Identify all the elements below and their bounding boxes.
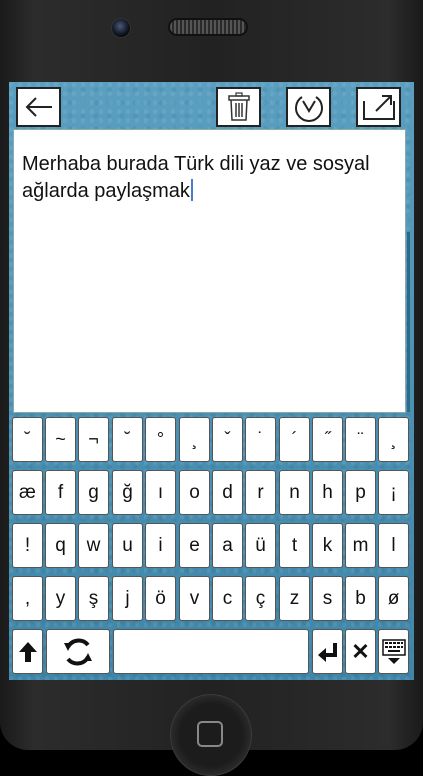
letter-key-row3-10[interactable]: k bbox=[312, 523, 343, 568]
editor-content[interactable]: Merhaba burada Türk dili yaz ve sosyal a… bbox=[22, 151, 402, 205]
diacritic-key-row1-8[interactable]: ˙ bbox=[245, 417, 276, 462]
refresh-cycle-icon bbox=[64, 638, 92, 665]
share-export-icon bbox=[362, 95, 395, 120]
download-circle-icon bbox=[294, 96, 323, 122]
letter-key-row3-9[interactable]: t bbox=[279, 523, 310, 568]
letter-key-row2-5[interactable]: ı bbox=[145, 470, 176, 515]
scroll-indicator[interactable] bbox=[407, 232, 410, 412]
diacritic-key-row1-4[interactable]: ˘ bbox=[112, 417, 143, 462]
diacritic-key-row1-3[interactable]: ¬ bbox=[78, 417, 109, 462]
letter-key-row4-10[interactable]: s bbox=[312, 576, 343, 621]
return-key[interactable] bbox=[312, 629, 343, 674]
space-key[interactable] bbox=[113, 629, 309, 674]
letter-key-row4-2[interactable]: y bbox=[45, 576, 76, 621]
diacritic-key-row1-6[interactable]: ¸ bbox=[179, 417, 210, 462]
diacritic-key-row1-12[interactable]: ¸ bbox=[378, 417, 409, 462]
letter-key-row2-1[interactable]: æ bbox=[12, 470, 43, 515]
letter-key-row4-9[interactable]: z bbox=[279, 576, 310, 621]
letter-key-row3-4[interactable]: u bbox=[112, 523, 143, 568]
letter-key-row3-3[interactable]: w bbox=[78, 523, 109, 568]
text-caret bbox=[190, 179, 193, 201]
letter-key-row3-7[interactable]: a bbox=[212, 523, 243, 568]
letter-key-row3-1[interactable]: ! bbox=[12, 523, 43, 568]
letter-key-row3-2[interactable]: q bbox=[45, 523, 76, 568]
letter-key-row3-8[interactable]: ü bbox=[245, 523, 276, 568]
letter-key-row3-12[interactable]: l bbox=[378, 523, 409, 568]
letter-key-row3-11[interactable]: m bbox=[345, 523, 376, 568]
letter-key-row4-4[interactable]: j bbox=[112, 576, 143, 621]
letter-key-row4-8[interactable]: ç bbox=[245, 576, 276, 621]
app-screen: Merhaba burada Türk dili yaz ve sosyal a… bbox=[9, 82, 414, 680]
letter-key-row3-5[interactable]: i bbox=[145, 523, 176, 568]
diacritic-key-row1-7[interactable]: ˇ bbox=[212, 417, 243, 462]
diacritic-key-row1-1[interactable]: ˘ bbox=[12, 417, 43, 462]
diacritic-key-row1-9[interactable]: ´ bbox=[279, 417, 310, 462]
diacritic-key-row1-11[interactable]: ¨ bbox=[345, 417, 376, 462]
letter-key-row2-4[interactable]: ğ bbox=[112, 470, 143, 515]
earpiece-speaker bbox=[168, 18, 248, 36]
letter-key-row4-3[interactable]: ş bbox=[78, 576, 109, 621]
cycle-keyboard-key[interactable] bbox=[46, 629, 110, 674]
hide-keyboard-key[interactable] bbox=[378, 629, 409, 674]
editor-line-1: Merhaba burada Türk dili yaz ve sosyal bbox=[22, 153, 370, 175]
back-button[interactable] bbox=[16, 87, 61, 127]
letter-key-row2-3[interactable]: g bbox=[78, 470, 109, 515]
letter-key-row4-1[interactable]: , bbox=[12, 576, 43, 621]
letter-key-row2-12[interactable]: ¡ bbox=[378, 470, 409, 515]
keyboard-hide-icon bbox=[381, 638, 406, 664]
shift-up-arrow-icon bbox=[18, 641, 37, 662]
letter-key-row4-12[interactable]: ø bbox=[378, 576, 409, 621]
letter-key-row4-11[interactable]: b bbox=[345, 576, 376, 621]
home-square-icon bbox=[197, 721, 223, 747]
front-camera bbox=[111, 18, 131, 38]
share-button[interactable] bbox=[356, 87, 401, 127]
home-button[interactable] bbox=[170, 694, 252, 776]
diacritic-key-row1-2[interactable]: ~ bbox=[45, 417, 76, 462]
letter-key-row3-6[interactable]: e bbox=[179, 523, 210, 568]
letter-key-row2-9[interactable]: n bbox=[279, 470, 310, 515]
delete-key[interactable]: ✕ bbox=[345, 629, 376, 674]
diacritic-key-row1-5[interactable]: ° bbox=[145, 417, 176, 462]
editor-line-2: ağlarda paylaşmak bbox=[22, 180, 190, 202]
back-arrow-icon bbox=[25, 97, 52, 117]
letter-key-row2-11[interactable]: p bbox=[345, 470, 376, 515]
letter-key-row2-2[interactable]: f bbox=[45, 470, 76, 515]
diacritic-key-row1-10[interactable]: ˝ bbox=[312, 417, 343, 462]
letter-key-row2-7[interactable]: d bbox=[212, 470, 243, 515]
letter-key-row4-6[interactable]: v bbox=[179, 576, 210, 621]
return-enter-icon bbox=[317, 642, 337, 662]
letter-key-row4-5[interactable]: ö bbox=[145, 576, 176, 621]
text-editor[interactable]: Merhaba burada Türk dili yaz ve sosyal a… bbox=[13, 129, 406, 413]
letter-key-row2-10[interactable]: h bbox=[312, 470, 343, 515]
trash-icon bbox=[227, 92, 250, 121]
download-button[interactable] bbox=[286, 87, 331, 127]
letter-key-row2-8[interactable]: r bbox=[245, 470, 276, 515]
letter-key-row2-6[interactable]: o bbox=[179, 470, 210, 515]
delete-button[interactable] bbox=[216, 87, 261, 127]
shift-key[interactable] bbox=[12, 629, 43, 674]
letter-key-row4-7[interactable]: c bbox=[212, 576, 243, 621]
